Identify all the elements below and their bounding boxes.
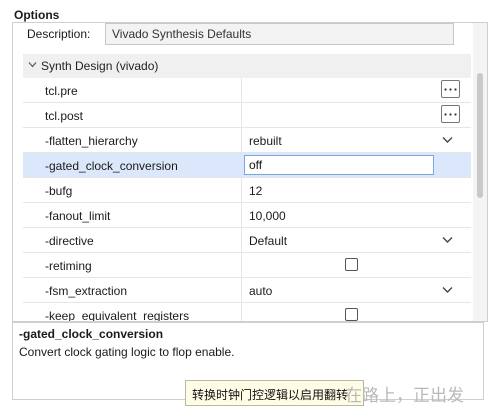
column-divider — [241, 103, 242, 128]
column-divider — [241, 78, 242, 103]
section-label: Synth Design (vivado) — [41, 59, 159, 73]
description-label: Description: — [27, 27, 91, 41]
scrollbar-thumb[interactable] — [477, 73, 483, 198]
dropdown-value[interactable]: Default — [249, 234, 287, 248]
chevron-down-icon[interactable] — [442, 286, 453, 294]
vertical-scrollbar[interactable] — [473, 23, 487, 321]
chevron-down-icon[interactable] — [28, 60, 37, 69]
property-name: -directive — [45, 234, 94, 248]
property-name: -keep_equivalent_registers — [45, 309, 190, 322]
column-divider — [241, 278, 242, 303]
help-description: Convert clock gating logic to flop enabl… — [19, 345, 235, 359]
property-row-bufg[interactable]: -bufg 12 — [23, 178, 471, 203]
browse-button[interactable] — [441, 105, 460, 123]
property-name: -fanout_limit — [45, 209, 111, 223]
value-edit-field[interactable]: off — [244, 155, 434, 175]
translation-tooltip: 转换时钟门控逻辑以启用翻转 — [185, 380, 364, 406]
property-name: -fsm_extraction — [45, 284, 128, 298]
panel-title: Options — [14, 8, 60, 22]
property-row-tcl-post[interactable]: tcl.post — [23, 103, 471, 128]
chevron-down-icon[interactable] — [442, 136, 453, 144]
property-name: -bufg — [45, 184, 73, 198]
property-row-directive[interactable]: -directive Default — [23, 228, 471, 253]
column-divider — [241, 203, 242, 228]
column-divider — [241, 128, 242, 153]
property-name: -gated_clock_conversion — [45, 159, 178, 173]
property-row-retiming[interactable]: -retiming — [23, 253, 471, 278]
property-row-keep-equivalent-registers[interactable]: -keep_equivalent_registers — [23, 303, 471, 322]
property-row-tcl-pre[interactable]: tcl.pre — [23, 78, 471, 103]
ellipsis-icon — [444, 88, 457, 91]
property-name: -retiming — [45, 259, 92, 273]
property-value[interactable]: 12 — [249, 184, 262, 198]
ellipsis-icon — [444, 113, 457, 116]
description-field[interactable]: Vivado Synthesis Defaults — [105, 23, 454, 45]
column-divider — [241, 178, 242, 203]
section-synth-design[interactable]: Synth Design (vivado) — [23, 54, 471, 78]
chevron-down-icon[interactable] — [442, 236, 453, 244]
property-row-fsm-extraction[interactable]: -fsm_extraction auto — [23, 278, 471, 303]
property-value[interactable]: 10,000 — [249, 209, 286, 223]
description-row: Description: Vivado Synthesis Defaults — [13, 23, 471, 47]
property-row-gated-clock-conversion[interactable]: -gated_clock_conversion off — [23, 153, 471, 178]
retiming-checkbox[interactable] — [345, 258, 358, 271]
dropdown-value[interactable]: auto — [249, 284, 272, 298]
help-property-name: -gated_clock_conversion — [19, 327, 164, 341]
property-row-flatten-hierarchy[interactable]: -flatten_hierarchy rebuilt — [23, 128, 471, 153]
keep-equivalent-registers-checkbox[interactable] — [345, 308, 358, 321]
dropdown-value[interactable]: rebuilt — [249, 134, 282, 148]
column-divider — [241, 253, 242, 278]
column-divider — [241, 228, 242, 253]
property-name: tcl.pre — [45, 84, 78, 98]
property-name: tcl.post — [45, 109, 84, 123]
property-row-fanout-limit[interactable]: -fanout_limit 10,000 — [23, 203, 471, 228]
property-name: -flatten_hierarchy — [45, 134, 138, 148]
options-panel: Description: Vivado Synthesis Defaults S… — [12, 22, 488, 322]
browse-button[interactable] — [441, 80, 460, 98]
watermark: 在路上，正出发 — [345, 386, 464, 405]
column-divider — [241, 303, 242, 321]
